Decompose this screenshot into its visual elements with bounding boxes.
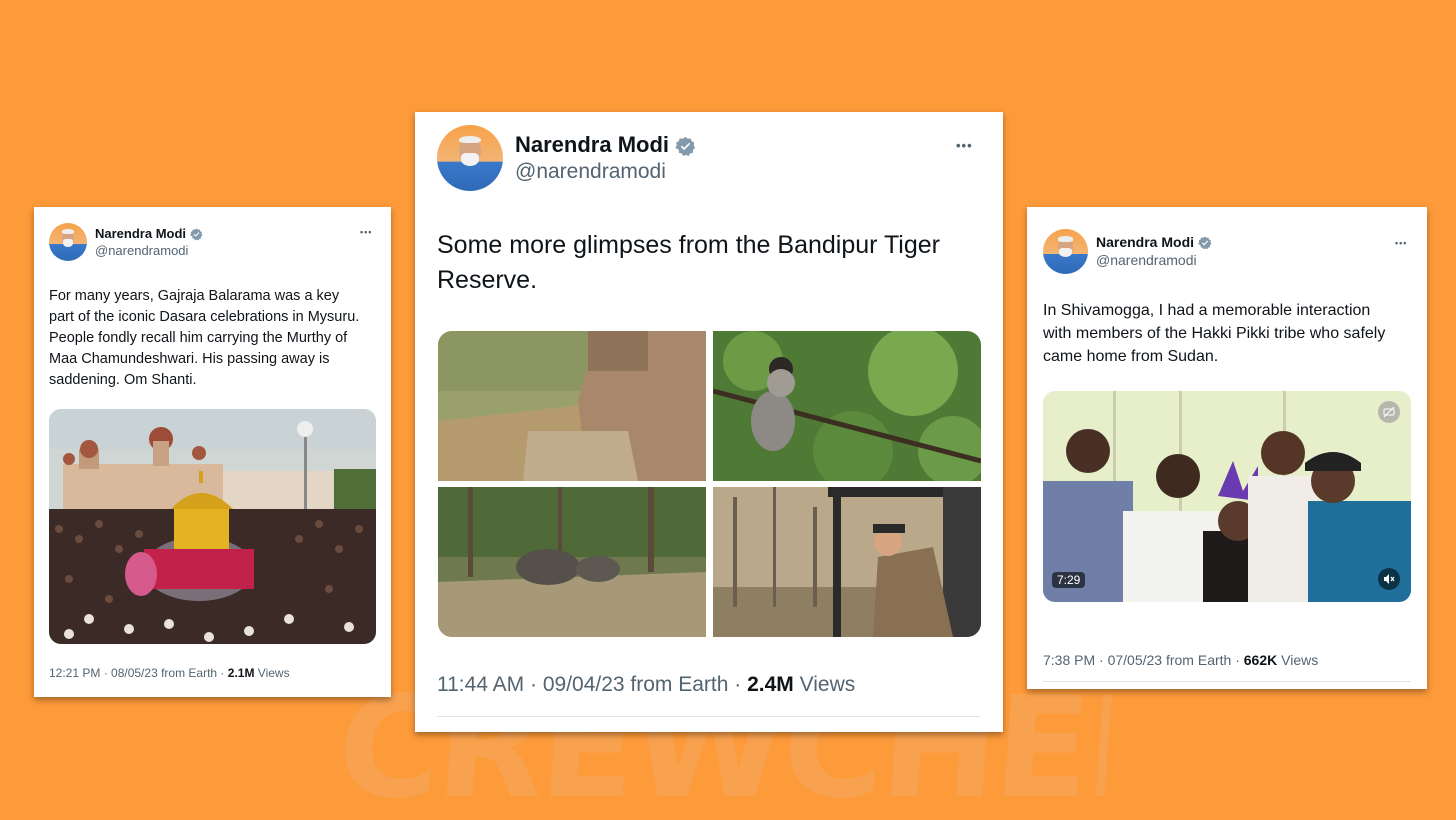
author-name[interactable]: Narendra Modi — [515, 132, 696, 158]
tweet-timestamp[interactable]: 12:21 PM · 08/05/23 from Earth · — [49, 666, 228, 680]
palace-procession-image — [49, 409, 376, 644]
verified-badge-icon — [1198, 236, 1212, 250]
photo-langur-top-right[interactable] — [713, 331, 981, 481]
tweet-text: Some more glimpses from the Bandipur Tig… — [437, 231, 940, 294]
photo-elephant-bottom-left-image — [438, 487, 706, 637]
tweet-photo[interactable] — [49, 409, 376, 644]
author-name-text[interactable]: Narendra Modi — [1096, 234, 1194, 250]
divider — [1043, 681, 1411, 682]
mute-icon[interactable] — [1378, 568, 1400, 590]
avatar[interactable] — [1043, 229, 1088, 274]
tweet-timestamp[interactable]: 11:44 AM · 09/04/23 from Earth · — [437, 673, 747, 696]
tweet-card-right[interactable]: Narendra Modi @narendramodi ••• In Shiva… — [1027, 207, 1427, 689]
tweet-card-center[interactable]: Narendra Modi @narendramodi ••• Some mor… — [415, 112, 1003, 732]
photo-langur-top-right-image — [713, 331, 981, 481]
views-count: 2.4M — [747, 673, 794, 696]
photo-safari-top-left-image — [438, 331, 706, 481]
photo-jeep-bottom-right[interactable] — [713, 487, 981, 637]
more-options-icon[interactable]: ••• — [360, 227, 372, 237]
author-handle[interactable]: @narendramodi — [95, 243, 188, 258]
more-options-icon[interactable]: ••• — [956, 138, 973, 153]
avatar[interactable] — [437, 125, 503, 191]
divider — [437, 716, 980, 717]
author-handle[interactable]: @narendramodi — [1096, 252, 1197, 268]
tweet-timestamp[interactable]: 7:38 PM · 07/05/23 from Earth · — [1043, 652, 1244, 668]
tweet-photo-grid — [438, 331, 981, 637]
avatar[interactable] — [49, 223, 87, 261]
photo-safari-top-left[interactable] — [438, 331, 706, 481]
photo-elephant-bottom-left[interactable] — [438, 487, 706, 637]
views-label: Views — [1277, 652, 1319, 668]
speaker-muted-glyph — [1384, 574, 1395, 584]
video-thumbnail-image — [1043, 391, 1411, 602]
views-count: 2.1M — [227, 666, 255, 680]
tweet-text: For many years, Gajraja Balarama was a k… — [49, 288, 360, 388]
video-duration: 7:29 — [1052, 572, 1086, 588]
views-count: 662K — [1243, 652, 1278, 668]
verified-badge-icon — [675, 136, 696, 156]
author-handle[interactable]: @narendramodi — [515, 160, 666, 184]
verified-badge-icon — [189, 228, 203, 241]
more-options-icon[interactable]: ••• — [1395, 238, 1407, 248]
tweet-text: In Shivamogga, I had a memorable interac… — [1043, 302, 1386, 365]
tweet-meta: 12:21 PM · 08/05/23 from Earth · 2.1M Vi… — [49, 666, 290, 680]
tweet-meta: 11:44 AM · 09/04/23 from Earth · 2.4M Vi… — [437, 673, 855, 697]
views-label: Views — [254, 666, 290, 680]
settings-glyph — [1383, 406, 1395, 418]
author-name-text[interactable]: Narendra Modi — [515, 132, 669, 157]
author-name[interactable]: Narendra Modi — [1096, 234, 1212, 250]
photo-jeep-bottom-right-image — [713, 487, 981, 637]
tweet-card-left[interactable]: Narendra Modi @narendramodi ••• For many… — [34, 207, 391, 697]
author-name-text[interactable]: Narendra Modi — [95, 226, 186, 241]
tweet-meta: 7:38 PM · 07/05/23 from Earth · 662K Vie… — [1043, 652, 1318, 668]
tweet-video[interactable]: 7:29 — [1043, 391, 1411, 602]
video-settings-icon[interactable] — [1378, 401, 1400, 423]
author-name[interactable]: Narendra Modi — [95, 226, 203, 241]
views-label: Views — [793, 673, 856, 696]
